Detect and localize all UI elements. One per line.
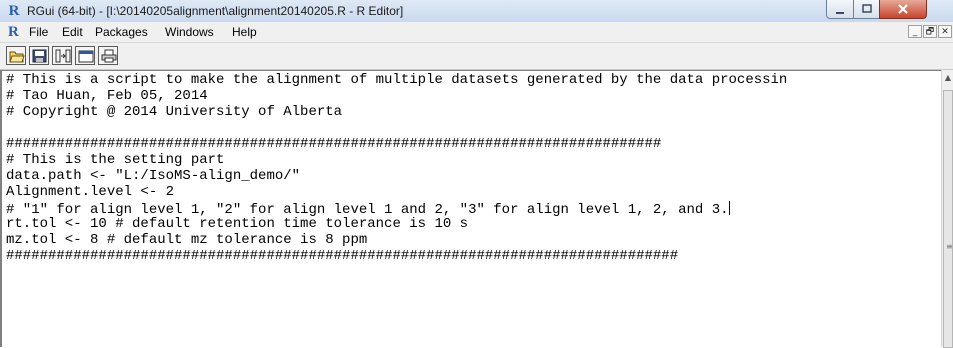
child-restore-button[interactable]: 🗗: [923, 25, 937, 38]
window-title: RGui (64-bit) - [I:\20140205alignment\al…: [27, 4, 404, 18]
run-line-icon: [55, 49, 71, 63]
code-line: # Copyright @ 2014 University of Alberta: [6, 104, 343, 120]
child-minimize-button[interactable]: _: [908, 25, 922, 38]
scrollbar-thumb[interactable]: ≡: [943, 90, 953, 348]
toolbar: [0, 43, 953, 70]
scroll-up-arrow-icon[interactable]: ▲: [943, 72, 953, 84]
code-line: rt.tol <- 10 # default retention time to…: [6, 216, 469, 232]
save-icon: [32, 49, 47, 63]
code-line-with-cursor: # "1" for align level 1, "2" for align l…: [6, 201, 730, 218]
print-icon: [101, 49, 117, 63]
console-icon: [78, 50, 94, 63]
menu-edit[interactable]: Edit: [62, 25, 83, 39]
minimize-icon: [836, 12, 844, 14]
open-script-button[interactable]: [6, 46, 26, 65]
return-to-console-button[interactable]: [75, 46, 95, 65]
title-bar: R RGui (64-bit) - [I:\20140205alignment\…: [0, 0, 953, 23]
code-editor[interactable]: # This is a script to make the alignment…: [0, 70, 941, 347]
scroll-grip-icon: ≡: [946, 242, 953, 251]
code-line: ########################################…: [6, 136, 662, 152]
print-button[interactable]: [98, 46, 118, 65]
maximize-button[interactable]: [853, 0, 880, 19]
code-line: ########################################…: [6, 248, 679, 264]
close-icon: [898, 4, 908, 14]
code-line: # This is the setting part: [6, 152, 225, 168]
save-button[interactable]: [29, 46, 49, 65]
code-line: # Tao Huan, Feb 05, 2014: [6, 88, 208, 104]
open-file-icon: [9, 51, 25, 63]
maximize-icon: [861, 4, 872, 13]
close-button[interactable]: [879, 0, 927, 19]
r-menu-icon[interactable]: R: [8, 24, 19, 40]
vertical-scrollbar[interactable]: ▲ ≡: [941, 70, 953, 348]
code-line: Alignment.level <- 2: [6, 184, 175, 200]
run-line-button[interactable]: [52, 46, 72, 65]
minimize-button[interactable]: [826, 0, 854, 19]
text-cursor: [728, 201, 730, 215]
menu-packages[interactable]: Packages: [95, 25, 148, 39]
code-line: data.path <- "L:/IsoMS-align_demo/": [6, 168, 301, 184]
menu-windows[interactable]: Windows: [165, 25, 214, 39]
menu-help[interactable]: Help: [232, 25, 257, 39]
child-close-button[interactable]: ✕: [938, 25, 952, 38]
menu-bar: R File Edit Packages Windows Help _ 🗗 ✕: [0, 22, 953, 43]
menu-file[interactable]: File: [29, 25, 48, 39]
code-line: mz.tol <- 8 # default mz tolerance is 8 …: [6, 232, 368, 248]
r-logo-icon: R: [8, 3, 20, 19]
code-line: # This is a script to make the alignment…: [6, 72, 788, 88]
